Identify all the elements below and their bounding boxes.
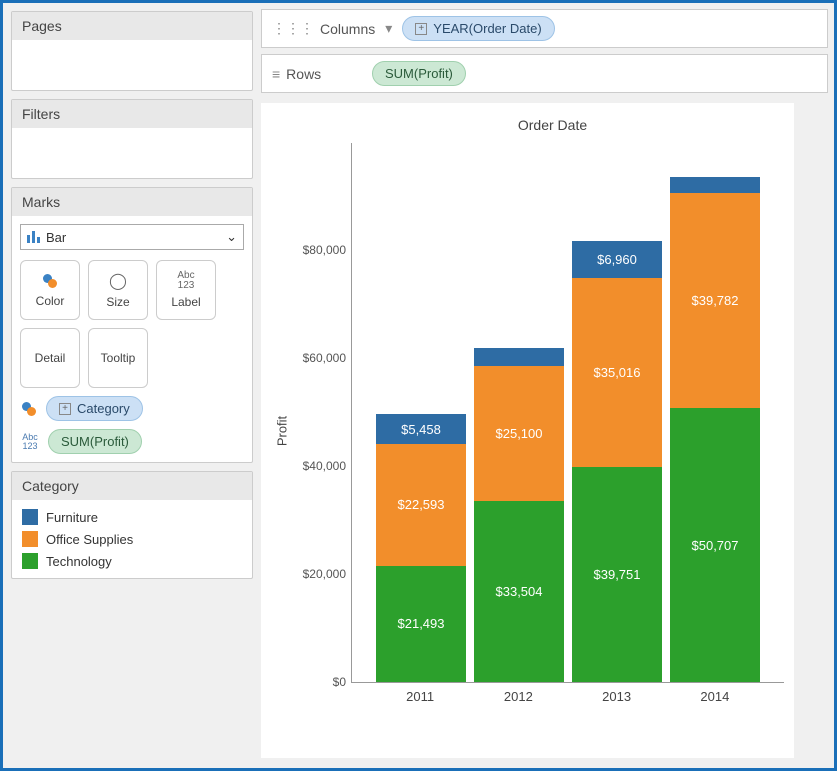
y-axis-label: Profit	[275, 415, 290, 445]
columns-shelf[interactable]: ⋮⋮⋮ Columns ▾ + YEAR(Order Date)	[261, 9, 828, 48]
filters-title: Filters	[12, 100, 252, 128]
pages-title: Pages	[12, 12, 252, 40]
bar-segment[interactable]: $21,493	[376, 566, 466, 682]
bar-segment[interactable]: $39,751	[572, 467, 662, 682]
bar-segment[interactable]: $50,707	[670, 408, 760, 682]
legend-card: Category Furniture Office Supplies Technol…	[11, 471, 253, 579]
filters-shelf[interactable]: Filters	[11, 99, 253, 179]
y-tick: $80,000	[303, 243, 352, 257]
columns-label: ⋮⋮⋮ Columns ▾	[272, 20, 392, 37]
x-axis-labels: 2011 2012 2013 2014	[351, 683, 784, 704]
chevron-down-icon: ⌄	[226, 229, 237, 245]
left-panel: Pages Filters Marks Bar ⌄	[3, 3, 261, 768]
marks-card: Marks Bar ⌄ Color	[11, 187, 253, 463]
mark-type-label: Bar	[46, 230, 66, 245]
legend-title: Category	[12, 472, 252, 500]
legend-label: Office Supplies	[46, 532, 133, 547]
rows-pill-profit[interactable]: SUM(Profit)	[372, 61, 466, 86]
bar-segment[interactable]: $39,782	[670, 193, 760, 408]
chart-plot: $21,493$22,593$5,458$33,504$25,100$39,75…	[351, 143, 784, 683]
color-pill-category[interactable]: + Category	[46, 396, 143, 421]
chart-area: Order Date Profit $21,493$22,593$5,458$3…	[261, 103, 794, 758]
bar-column[interactable]: $39,751$35,016$6,960	[572, 241, 662, 682]
bar-segment[interactable]: $5,458	[376, 414, 466, 443]
legend-item[interactable]: Technology	[22, 550, 242, 572]
label-pill-profit[interactable]: SUM(Profit)	[48, 429, 142, 454]
legend-label: Furniture	[46, 510, 98, 525]
bar-chart-icon	[27, 231, 40, 243]
x-tick: 2014	[670, 689, 760, 704]
y-tick: $20,000	[303, 567, 352, 581]
color-button[interactable]: Color	[20, 260, 80, 320]
columns-icon: ⋮⋮⋮	[272, 20, 314, 37]
legend-label: Technology	[46, 554, 112, 569]
label-icon: Abc123	[20, 433, 40, 451]
bar-segment[interactable]	[670, 177, 760, 194]
expand-icon[interactable]: +	[415, 23, 427, 35]
size-icon: ◯	[109, 271, 127, 291]
marks-title: Marks	[12, 188, 252, 216]
rows-label: ≡ Rows	[272, 66, 362, 82]
legend-swatch	[22, 531, 38, 547]
bar-column[interactable]: $50,707$39,782	[670, 177, 760, 682]
mark-buttons: Color ◯ Size Abc123 Label Detail Tooltip	[20, 260, 244, 388]
bar-column[interactable]: $33,504$25,100	[474, 348, 564, 682]
rows-icon: ≡	[272, 66, 280, 82]
tooltip-button[interactable]: Tooltip	[88, 328, 148, 388]
bars-container: $21,493$22,593$5,458$33,504$25,100$39,75…	[352, 143, 784, 682]
bar-segment[interactable]: $6,960	[572, 241, 662, 279]
legend-item[interactable]: Furniture	[22, 506, 242, 528]
detail-button[interactable]: Detail	[20, 328, 80, 388]
color-icon	[20, 400, 38, 418]
marks-color-shelf: + Category	[20, 396, 244, 421]
tableau-worksheet: Pages Filters Marks Bar ⌄	[0, 0, 837, 771]
columns-pill-year[interactable]: + YEAR(Order Date)	[402, 16, 554, 41]
pages-dropzone[interactable]	[12, 40, 252, 90]
expand-icon[interactable]: +	[59, 403, 71, 415]
bar-segment[interactable]	[474, 348, 564, 366]
marks-body: Bar ⌄ Color ◯ Size Abc123 Label	[12, 216, 252, 462]
y-tick: $40,000	[303, 459, 352, 473]
rows-shelf[interactable]: ≡ Rows SUM(Profit)	[261, 54, 828, 93]
x-tick: 2013	[572, 689, 662, 704]
color-icon	[41, 272, 59, 290]
legend-item[interactable]: Office Supplies	[22, 528, 242, 550]
filters-dropzone[interactable]	[12, 128, 252, 178]
legend-body: Furniture Office Supplies Technology	[12, 500, 252, 578]
size-button[interactable]: ◯ Size	[88, 260, 148, 320]
right-panel: ⋮⋮⋮ Columns ▾ + YEAR(Order Date) ≡ Rows …	[261, 3, 834, 768]
marks-label-shelf: Abc123 SUM(Profit)	[20, 429, 244, 454]
pages-shelf[interactable]: Pages	[11, 11, 253, 91]
x-tick: 2011	[375, 689, 465, 704]
x-tick: 2012	[473, 689, 563, 704]
bar-segment[interactable]: $35,016	[572, 278, 662, 467]
bar-segment[interactable]: $25,100	[474, 366, 564, 502]
y-tick: $60,000	[303, 351, 352, 365]
legend-swatch	[22, 553, 38, 569]
bar-segment[interactable]: $22,593	[376, 444, 466, 566]
bar-column[interactable]: $21,493$22,593$5,458	[376, 414, 466, 682]
label-button[interactable]: Abc123 Label	[156, 260, 216, 320]
mark-type-select[interactable]: Bar ⌄	[20, 224, 244, 250]
legend-swatch	[22, 509, 38, 525]
dropdown-icon[interactable]: ▾	[385, 20, 392, 37]
chart-title: Order Date	[321, 113, 784, 143]
y-tick: $0	[333, 675, 352, 689]
bar-segment[interactable]: $33,504	[474, 501, 564, 682]
label-icon: Abc123	[177, 271, 194, 291]
